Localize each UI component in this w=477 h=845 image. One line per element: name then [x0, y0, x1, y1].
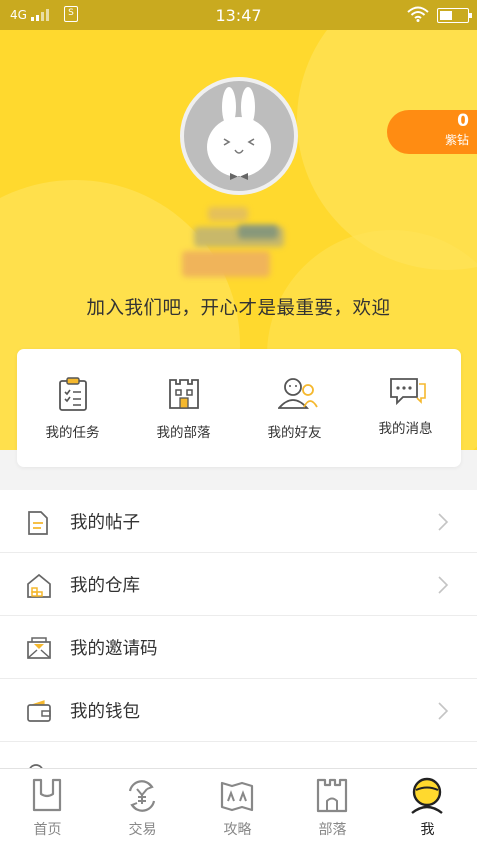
wallet-icon — [27, 700, 51, 722]
tab-home[interactable]: 首页 — [0, 769, 95, 845]
quick-action-label: 我的部落 — [156, 425, 211, 441]
invite-envelope-icon — [27, 637, 51, 659]
diamond-count: 0 — [457, 111, 469, 131]
quick-action-my-messages[interactable]: 我的消息 — [350, 349, 461, 467]
tab-guide[interactable]: 攻略 — [190, 769, 285, 845]
menu-item-my-posts[interactable]: 我的帖子 — [0, 490, 477, 553]
profile-menu-list: 我的帖子 我的仓库 我的邀请码 我的钱包 — [0, 490, 477, 780]
menu-item-label: 我的钱包 — [70, 702, 140, 722]
tab-me[interactable]: 我 — [380, 769, 475, 845]
username-redacted — [178, 205, 303, 283]
tab-label: 首页 — [33, 822, 62, 838]
tab-label: 攻略 — [223, 822, 252, 838]
post-document-icon — [28, 511, 48, 535]
quick-action-my-tasks[interactable]: 我的任务 — [17, 349, 128, 467]
task-clipboard-icon — [59, 377, 87, 411]
battery-icon — [437, 8, 472, 23]
menu-item-my-wallet[interactable]: 我的钱包 — [0, 679, 477, 742]
tribe-castle-icon — [316, 778, 348, 813]
avatar[interactable] — [180, 77, 298, 195]
trade-yen-icon — [128, 780, 156, 812]
profile-face-icon — [411, 777, 443, 814]
message-icon — [390, 378, 426, 406]
warehouse-icon — [27, 573, 51, 598]
status-bar: 4G S 13:47 — [0, 0, 477, 30]
wifi-icon — [407, 6, 429, 22]
tab-tribe[interactable]: 部落 — [285, 769, 380, 845]
tab-label: 交易 — [128, 822, 157, 838]
castle-icon — [169, 379, 199, 409]
diamond-balance-badge[interactable]: 0 紫钻 — [387, 110, 477, 154]
quick-action-my-friends[interactable]: 我的好友 — [239, 349, 350, 467]
friends-icon — [278, 378, 318, 409]
menu-item-label: 我的邀请码 — [70, 639, 158, 659]
home-tab-icon — [32, 778, 62, 812]
rabbit-avatar-icon — [207, 87, 271, 180]
clock: 13:47 — [215, 6, 262, 25]
menu-item-my-invite-code[interactable]: 我的邀请码 — [0, 616, 477, 679]
quick-action-my-tribe[interactable]: 我的部落 — [128, 349, 239, 467]
quick-action-label: 我的任务 — [45, 425, 100, 441]
chevron-right-icon — [438, 576, 449, 594]
bottom-tab-bar: 首页 交易 攻略 部落 我 — [0, 768, 477, 845]
guide-map-icon — [220, 781, 254, 812]
menu-item-label: 我的帖子 — [70, 513, 140, 533]
quick-action-label: 我的好友 — [267, 425, 322, 441]
chevron-right-icon — [438, 702, 449, 720]
quick-actions-card: 我的任务 我的部落 我的好友 我的消息 — [17, 349, 461, 467]
menu-item-my-warehouse[interactable]: 我的仓库 — [0, 553, 477, 616]
chevron-right-icon — [438, 513, 449, 531]
tab-label: 我 — [420, 822, 435, 838]
quick-action-label: 我的消息 — [378, 421, 433, 437]
tab-trade[interactable]: 交易 — [95, 769, 190, 845]
menu-item-label: 我的仓库 — [70, 576, 140, 596]
diamond-label: 紫钻 — [444, 133, 469, 147]
profile-slogan: 加入我们吧，开心才是最重要，欢迎 — [86, 298, 391, 319]
tab-label: 部落 — [318, 822, 347, 838]
